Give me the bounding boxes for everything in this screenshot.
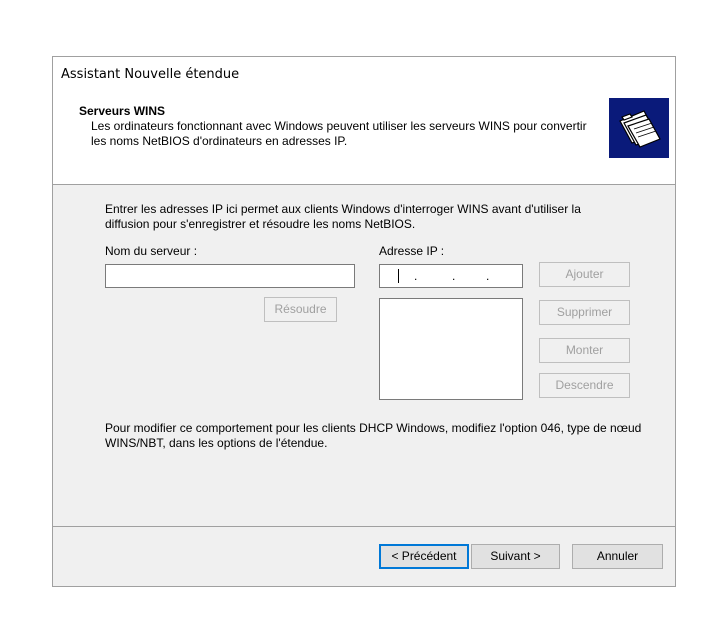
resolve-button[interactable]: Résoudre: [264, 297, 337, 322]
back-button[interactable]: < Précédent: [379, 544, 469, 569]
instruction-text: Entrer les adresses IP ici permet aux cl…: [105, 202, 581, 231]
ip-dot-1: .: [414, 269, 418, 283]
wins-server-list[interactable]: [379, 298, 523, 400]
wizard-header: Assistant Nouvelle étendue Serveurs WINS…: [53, 57, 675, 184]
footer-separator: [53, 526, 675, 527]
wizard-window: Assistant Nouvelle étendue Serveurs WINS…: [52, 56, 676, 587]
server-name-label: Nom du serveur :: [105, 244, 198, 258]
ip-address-input[interactable]: . . .: [379, 264, 523, 288]
move-down-button[interactable]: Descendre: [539, 373, 630, 398]
text-caret: [398, 269, 399, 283]
move-up-button[interactable]: Monter: [539, 338, 630, 363]
ip-dot-3: .: [486, 269, 490, 283]
page-title: Serveurs WINS: [79, 104, 166, 118]
window-title: Assistant Nouvelle étendue: [61, 67, 240, 82]
note-text: Pour modifier ce comportement pour les c…: [105, 421, 642, 450]
ip-address-label: Adresse IP :: [379, 244, 445, 258]
wizard-folders-icon: [609, 98, 669, 158]
add-button[interactable]: Ajouter: [539, 262, 630, 287]
next-button[interactable]: Suivant >: [471, 544, 560, 569]
cancel-button[interactable]: Annuler: [572, 544, 663, 569]
server-name-input[interactable]: [105, 264, 355, 288]
remove-button[interactable]: Supprimer: [539, 300, 630, 325]
page-description: Les ordinateurs fonctionnant avec Window…: [91, 119, 587, 148]
ip-dot-2: .: [452, 269, 456, 283]
header-separator: [53, 184, 675, 185]
